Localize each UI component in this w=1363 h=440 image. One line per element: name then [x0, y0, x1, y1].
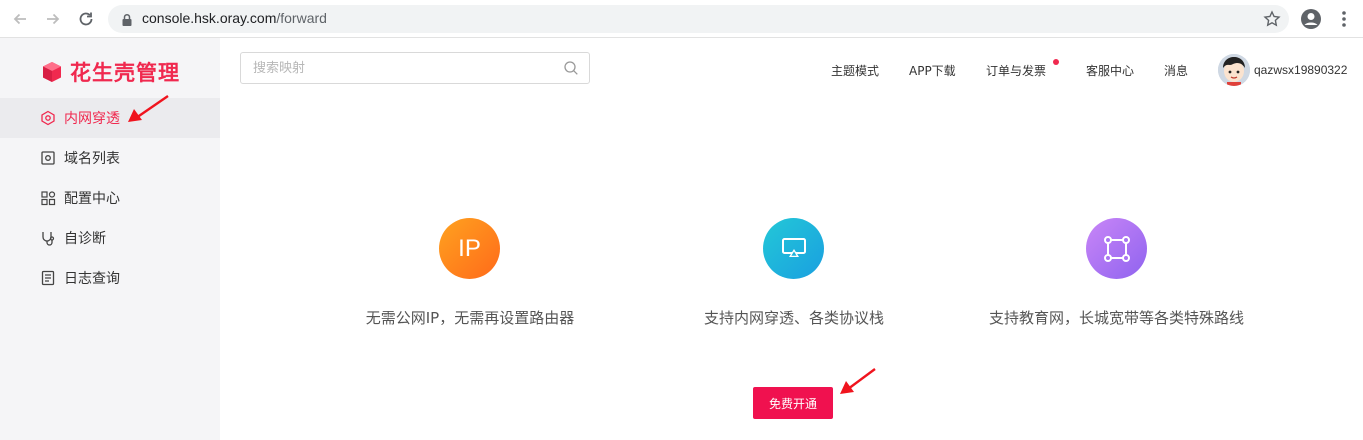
search-input[interactable] [241, 53, 561, 83]
url-host: console.hsk.oray.com [142, 10, 277, 26]
search-icon[interactable] [563, 60, 579, 76]
sidebar-item-label: 自诊断 [64, 231, 106, 247]
free-activate-button[interactable]: 免费开通 [753, 387, 833, 419]
sidebar-item-self-diagnose[interactable]: 自诊断 [0, 218, 220, 258]
sidebar-item-log-query[interactable]: 日志查询 [0, 258, 220, 298]
sidebar-item-tunnel[interactable]: 内网穿透 [0, 98, 220, 138]
annotation-arrow-icon [840, 368, 876, 394]
sidebar-item-domain-list[interactable]: 域名列表 [0, 138, 220, 178]
log-icon [40, 270, 56, 286]
sidebar-item-label: 域名列表 [64, 151, 120, 167]
app-logo[interactable]: 花生壳管理 [40, 56, 180, 88]
url-path: /forward [276, 10, 327, 26]
browser-profile-icon[interactable] [1300, 8, 1322, 30]
bookmark-star-icon[interactable] [1263, 10, 1281, 28]
avatar[interactable] [1218, 54, 1250, 86]
nav-app-download[interactable]: APP下载 [909, 62, 956, 79]
url-text: console.hsk.oray.com/forward [142, 10, 327, 26]
forward-arrow-icon[interactable] [42, 8, 64, 30]
feature-text-protocols: 支持内网穿透、各类协议栈 [703, 309, 884, 327]
ip-feature-icon: IP [439, 218, 500, 279]
sidebar-item-label: 内网穿透 [64, 111, 120, 127]
diagnose-icon [40, 230, 56, 246]
nav-customer-service[interactable]: 客服中心 [1086, 62, 1134, 79]
nav-theme-mode[interactable]: 主题模式 [831, 62, 879, 79]
logo-text: 花生壳管理 [70, 61, 180, 85]
nav-messages[interactable]: 消息 [1164, 62, 1188, 79]
search-box [240, 52, 590, 84]
nav-orders-invoices[interactable]: 订单与发票 [986, 62, 1046, 79]
screen-cast-icon [763, 218, 824, 279]
browser-menu-icon[interactable] [1334, 9, 1354, 29]
feature-text-ip: 无需公网IP，无需再设置路由器 [365, 309, 575, 327]
lock-icon [120, 12, 134, 26]
sidebar-item-label: 日志查询 [64, 271, 120, 287]
feature-text-special-routes: 支持教育网，长城宽带等各类特殊路线 [988, 309, 1244, 327]
peanut-logo-icon [43, 62, 61, 82]
reload-icon[interactable] [75, 8, 97, 30]
back-arrow-icon[interactable] [9, 8, 31, 30]
username[interactable]: qazwsx19890322 [1254, 63, 1347, 77]
tunnel-icon [40, 110, 56, 126]
grid-icon [40, 190, 56, 206]
sidebar-item-config-center[interactable]: 配置中心 [0, 178, 220, 218]
address-bar[interactable]: console.hsk.oray.com/forward [108, 5, 1289, 33]
sidebar: 花生壳管理 内网穿透 域名列表 配置中心 自诊断 日志查询 [0, 38, 220, 440]
browser-toolbar: console.hsk.oray.com/forward [0, 0, 1363, 38]
domain-list-icon [40, 150, 56, 166]
nodes-icon [1086, 218, 1147, 279]
annotation-arrow-icon [128, 95, 169, 122]
sidebar-item-label: 配置中心 [64, 191, 120, 207]
sidebar-menu: 内网穿透 域名列表 配置中心 自诊断 日志查询 [0, 98, 220, 298]
notification-dot [1053, 59, 1059, 65]
ip-icon-text: IP [458, 234, 481, 262]
